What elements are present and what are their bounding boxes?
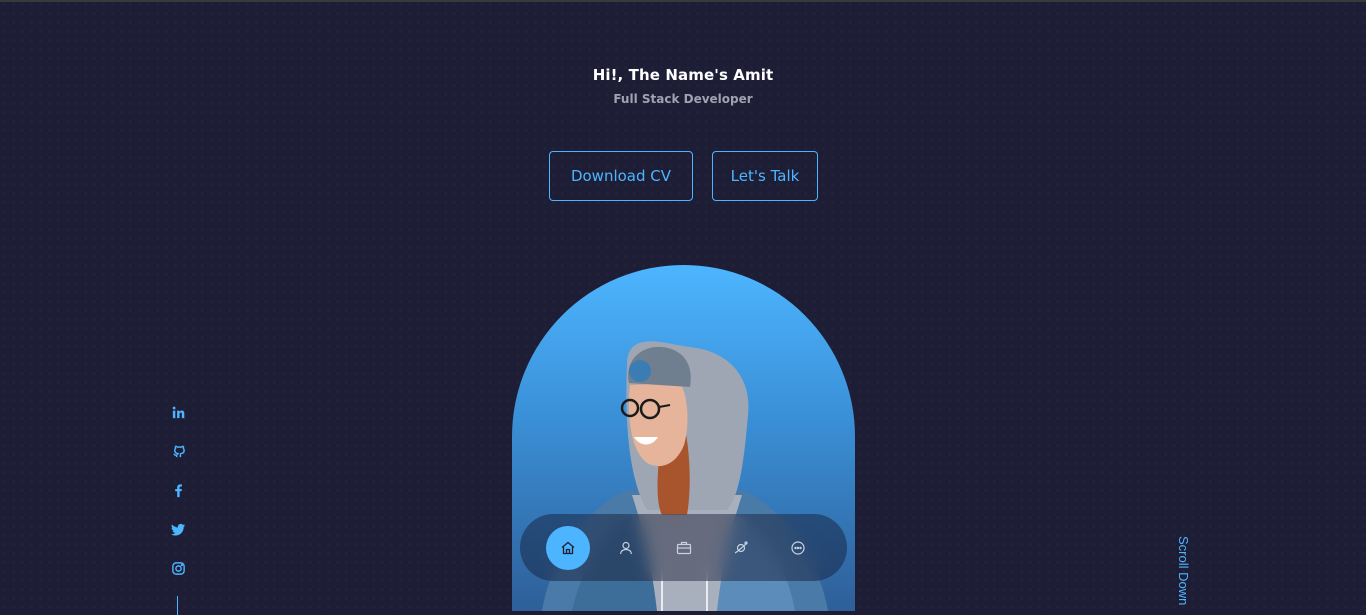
nav-contact[interactable] [776,526,820,570]
cta-group: Download CV Let's Talk [0,151,1366,203]
nav-home[interactable] [546,526,590,570]
nav-experience[interactable] [662,526,706,570]
scroll-down-link[interactable]: Scroll Down [1176,536,1191,615]
github-link[interactable] [168,441,188,461]
role-subtitle: Full Stack Developer [613,92,753,106]
hero-header: Hi!, The Name's Amit Full Stack Develope… [0,66,1366,106]
github-icon [172,445,185,457]
satellite-icon [734,541,748,554]
greeting-heading: Hi!, The Name's Amit [592,66,774,84]
window-top-border [0,0,1366,2]
instagram-link[interactable] [168,558,188,578]
social-divider-line [177,596,178,615]
user-icon [619,541,633,555]
bottom-nav [520,514,847,581]
linkedin-link[interactable] [168,402,188,422]
lets-talk-button[interactable]: Let's Talk [712,151,818,201]
instagram-icon [171,561,185,575]
briefcase-icon [676,541,692,555]
message-icon [791,541,805,555]
facebook-link[interactable] [168,480,188,500]
twitter-icon [170,523,185,535]
linkedin-icon [172,406,184,418]
facebook-icon [174,483,182,497]
nav-services[interactable] [719,526,763,570]
twitter-link[interactable] [168,519,188,539]
home-icon [561,541,575,555]
nav-about[interactable] [604,526,648,570]
download-cv-button[interactable]: Download CV [549,151,693,201]
